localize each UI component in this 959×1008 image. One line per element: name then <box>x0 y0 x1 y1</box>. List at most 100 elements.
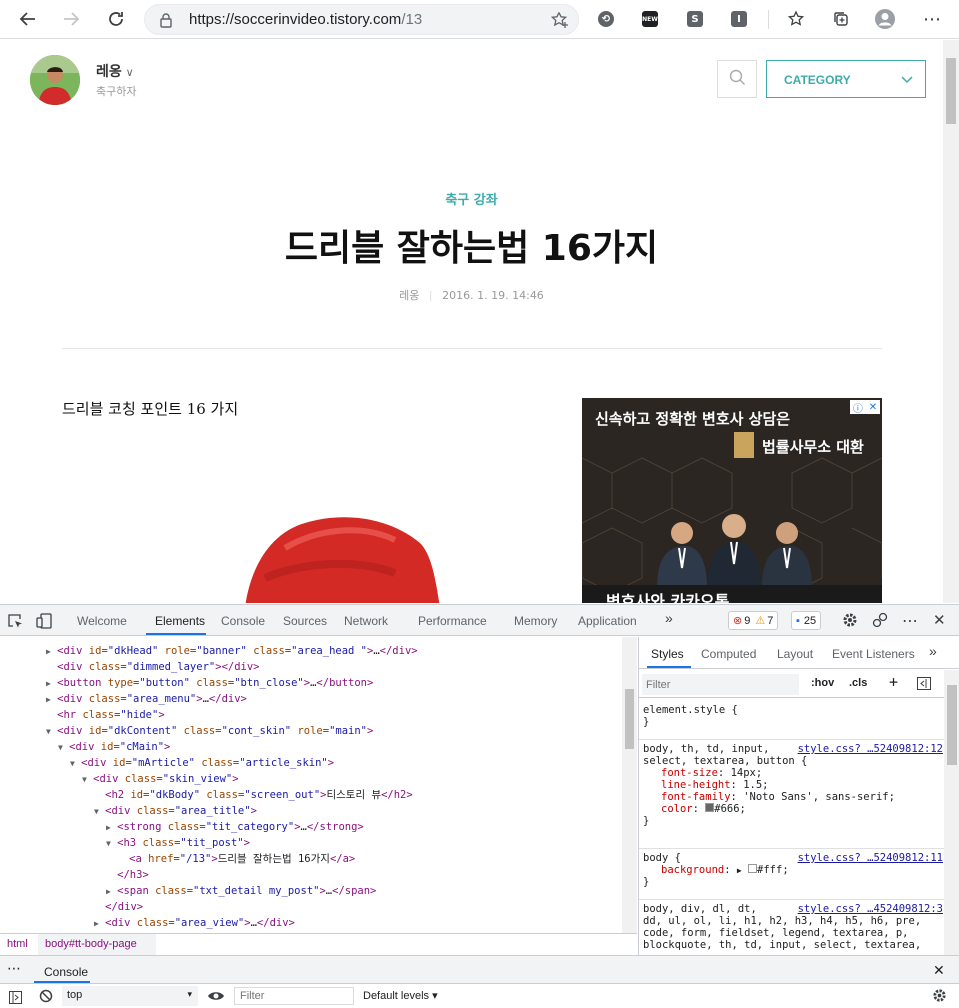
expand-triangle-icon[interactable]: ▼ <box>58 743 63 752</box>
messages-badge[interactable]: ▪ 25 <box>791 611 822 630</box>
color-swatch[interactable] <box>748 864 758 873</box>
drawer-tab-console[interactable]: Console <box>44 965 88 979</box>
expand-triangle-icon[interactable] <box>46 711 51 720</box>
expand-triangle-icon[interactable]: ▶ <box>94 919 99 928</box>
category-button[interactable]: CATEGORY <box>766 60 926 98</box>
expand-triangle-icon[interactable]: ▶ <box>106 823 111 832</box>
expand-triangle-icon[interactable] <box>94 791 99 800</box>
elements-scrollbar[interactable] <box>622 637 637 933</box>
ad-choices[interactable]: ⓘ ✕ <box>850 400 880 415</box>
url-text[interactable]: https://soccerinvideo.tistory.com/13 <box>189 11 422 28</box>
i-extension-icon[interactable]: I <box>731 11 747 27</box>
cls-toggle[interactable]: .cls <box>849 677 867 689</box>
css-value[interactable]: 1.5; <box>743 779 768 791</box>
hov-toggle[interactable]: :hov <box>811 677 834 689</box>
post-category[interactable]: 축구 강좌 <box>0 189 943 208</box>
dom-node-line[interactable]: ▶ <strong class="tit_category">…</strong… <box>106 819 364 835</box>
dom-node-line[interactable]: ▼ <div class="skin_view"> <box>82 771 239 787</box>
avatar[interactable] <box>30 55 80 105</box>
tab-elements[interactable]: Elements <box>155 614 205 628</box>
css-property[interactable]: color <box>661 803 693 815</box>
tab-sources[interactable]: Sources <box>283 614 327 628</box>
expand-triangle-icon[interactable]: ▶ <box>46 647 51 656</box>
dom-node-line[interactable]: <h2 id="dkBody" class="screen_out">티스토리 … <box>94 787 413 803</box>
expand-triangle-icon[interactable]: ▼ <box>82 775 87 784</box>
device-toolbar-icon[interactable] <box>36 613 54 633</box>
live-expression-eye-icon[interactable] <box>207 988 225 1007</box>
dom-node-line[interactable]: ▶ <button type="button" class="btn_close… <box>46 675 373 691</box>
profile-icon[interactable] <box>871 5 899 33</box>
dom-node-line[interactable]: <a href="/13">드리블 잘하는법 16가지</a> <box>118 851 355 867</box>
more-tabs-icon[interactable]: » <box>929 643 937 659</box>
tab-computed[interactable]: Computed <box>701 647 756 661</box>
rule-source-link[interactable]: style.css? …52409812:11 <box>798 852 943 864</box>
close-drawer-icon[interactable]: ✕ <box>933 963 945 979</box>
expand-triangle-icon[interactable]: ▼ <box>70 759 75 768</box>
color-swatch[interactable] <box>705 803 715 812</box>
search-button[interactable] <box>717 60 757 98</box>
toggle-sidebar-icon[interactable] <box>917 677 931 693</box>
dom-node-line[interactable]: ▶ <div class="area_view">…</div> <box>94 915 295 931</box>
menu-icon[interactable]: ⋯ <box>918 5 946 33</box>
css-value[interactable]: #666; <box>714 803 746 815</box>
settings-gear-icon[interactable] <box>842 612 858 632</box>
tab-performance[interactable]: Performance <box>418 614 487 628</box>
chevron-down-icon[interactable]: ∨ <box>126 67 134 79</box>
collections-icon[interactable] <box>827 5 855 33</box>
dom-node-line[interactable]: <div class="dimmed_layer"></div> <box>46 659 259 675</box>
expand-triangle-icon[interactable]: ▶ <box>46 679 51 688</box>
more-tabs-icon[interactable]: » <box>665 610 673 626</box>
css-value[interactable]: 'Noto Sans', sans-serif; <box>743 791 895 803</box>
breadcrumb-body[interactable]: body#tt-body-page <box>45 938 137 950</box>
expand-triangle-icon[interactable]: ▼ <box>106 839 111 848</box>
lock-icon[interactable] <box>159 12 173 32</box>
reload-icon[interactable] <box>102 5 130 33</box>
tab-memory[interactable]: Memory <box>514 614 557 628</box>
tab-application[interactable]: Application <box>578 614 637 628</box>
expand-triangle-icon[interactable] <box>46 663 51 672</box>
rule-source-link[interactable]: style.css? …452409812:3 <box>798 903 943 915</box>
sidebar-toggle-icon[interactable] <box>9 989 22 1008</box>
expand-triangle-icon[interactable] <box>94 903 99 912</box>
dom-node-line[interactable]: </div> <box>94 899 143 915</box>
inspect-element-icon[interactable] <box>7 613 23 633</box>
reset-rule[interactable]: body, div, dl, dt, style.css? …452409812:… <box>643 903 943 951</box>
expand-triangle-icon[interactable]: ▶ <box>46 695 51 704</box>
expand-triangle-icon[interactable]: ▼ <box>46 727 51 736</box>
element-style-rule[interactable]: element.style { } <box>643 704 738 728</box>
styles-scrollbar[interactable] <box>944 670 959 955</box>
expand-triangle-icon[interactable]: ▶ <box>737 866 742 875</box>
context-selector[interactable]: top ▾ <box>62 986 198 1006</box>
tab-welcome[interactable]: Welcome <box>77 614 127 628</box>
tab-console[interactable]: Console <box>221 614 265 628</box>
css-property[interactable]: background <box>661 864 724 876</box>
dom-node-line[interactable]: ▼ <h3 class="tit_post"> <box>106 835 250 851</box>
tab-styles[interactable]: Styles <box>651 647 684 661</box>
clear-console-icon[interactable] <box>39 988 53 1007</box>
styles-filter-input[interactable] <box>642 674 799 695</box>
body-font-rule[interactable]: body, th, td, input, style.css? …52409812… <box>643 743 943 827</box>
styles-scroll-thumb[interactable] <box>947 685 957 765</box>
add-rule-icon[interactable]: + <box>889 673 898 691</box>
log-levels-dropdown[interactable]: Default levels ▾ <box>363 989 438 1002</box>
css-value[interactable]: 14px; <box>731 767 763 779</box>
tab-event-listeners[interactable]: Event Listeners <box>832 647 915 661</box>
dom-node-line[interactable]: ▶ <span class="txt_detail my_post">…</sp… <box>106 883 376 899</box>
elements-tree[interactable]: ▶ <div id="dkHead" role="banner" class="… <box>0 637 622 933</box>
share-extension-icon[interactable]: ⟲ <box>598 11 614 27</box>
expand-triangle-icon[interactable]: ▶ <box>106 887 111 896</box>
css-property[interactable]: line-height <box>661 779 731 791</box>
elements-scroll-thumb[interactable] <box>625 689 634 749</box>
page-scroll-thumb[interactable] <box>946 58 956 124</box>
css-property[interactable]: font-size <box>661 767 718 779</box>
dom-node-line[interactable]: ▶ <div class="area_menu">…</div> <box>46 691 247 707</box>
expand-triangle-icon[interactable] <box>106 871 111 880</box>
feedback-icon[interactable] <box>871 612 889 632</box>
dom-node-line[interactable]: ▼ <div id="cMain"> <box>58 739 170 755</box>
close-icon[interactable]: ✕ <box>869 402 877 413</box>
expand-triangle-icon[interactable]: ▼ <box>94 807 99 816</box>
rule-source-link[interactable]: style.css? …52409812:12 <box>798 743 943 755</box>
tab-layout[interactable]: Layout <box>777 647 813 661</box>
address-bar[interactable]: https://soccerinvideo.tistory.com/13 <box>144 4 579 35</box>
console-settings-gear-icon[interactable] <box>932 988 947 1007</box>
